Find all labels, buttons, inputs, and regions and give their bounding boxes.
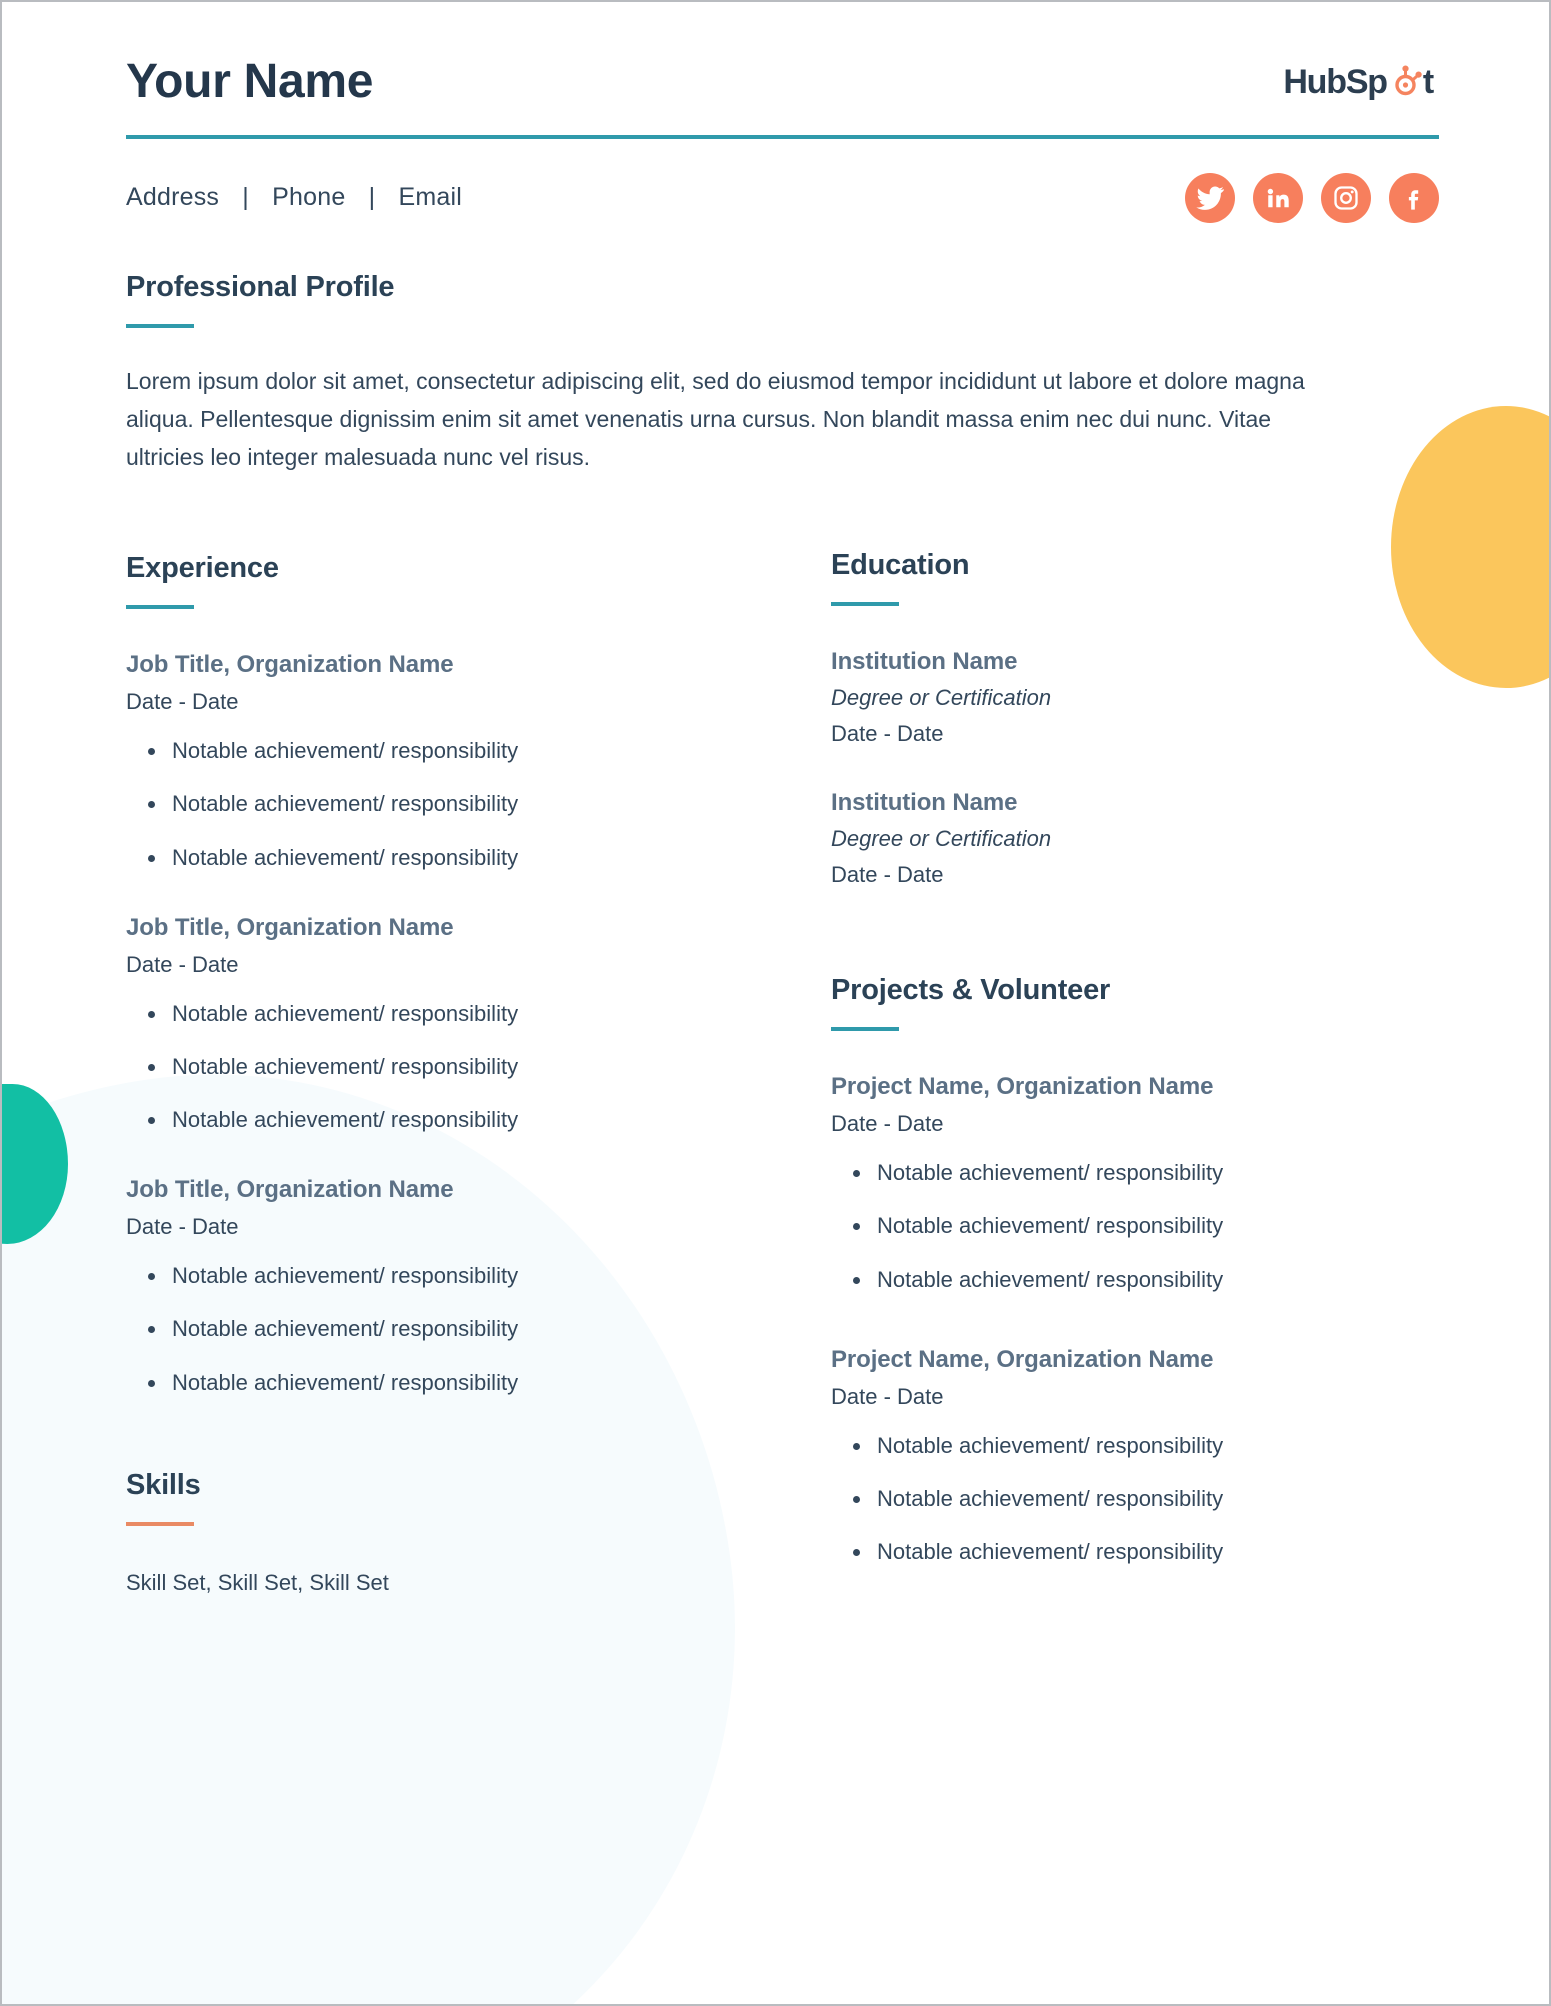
hubspot-wordmark-right: t bbox=[1422, 63, 1434, 102]
education-entry-institution: Institution Name bbox=[831, 648, 1018, 676]
experience-accent-rule bbox=[126, 605, 194, 610]
skills-accent-rule bbox=[126, 1521, 194, 1526]
list-item: Notable achievement/ responsibility bbox=[148, 1000, 786, 1028]
education-heading: Education bbox=[831, 549, 970, 582]
education-accent-rule bbox=[831, 602, 899, 607]
projects-volunteer-accent-rule bbox=[831, 1027, 899, 1032]
address-label: Address bbox=[126, 183, 220, 212]
resume-page: Your Name HubSp t Address | Phone | Emai… bbox=[0, 0, 1551, 2006]
resume-content: Your Name HubSp t Address | Phone | Emai… bbox=[2, 2, 1549, 1596]
experience-entry-title: Job Title, Organization Name bbox=[126, 1176, 454, 1204]
header: Your Name HubSp t bbox=[126, 55, 1439, 109]
list-item: Notable achievement/ responsibility bbox=[148, 737, 786, 765]
experience-entry-bullets: Notable achievement/ responsibility Nota… bbox=[126, 1000, 786, 1134]
projects-volunteer-heading: Projects & Volunteer bbox=[831, 974, 1111, 1007]
list-item: Notable achievement/ responsibility bbox=[148, 1262, 786, 1290]
instagram-icon[interactable] bbox=[1321, 172, 1371, 223]
education-section: Education Institution Name Degree or Cer… bbox=[831, 549, 1391, 888]
twitter-icon[interactable] bbox=[1185, 172, 1235, 223]
skills-list: Skill Set, Skill Set, Skill Set bbox=[126, 1569, 389, 1595]
social-links bbox=[1185, 172, 1439, 223]
education-entry: Institution Name Degree or Certification… bbox=[831, 648, 1391, 747]
education-entry: Institution Name Degree or Certification… bbox=[831, 789, 1391, 888]
list-item: Notable achievement/ responsibility bbox=[853, 1266, 1391, 1294]
list-item: Notable achievement/ responsibility bbox=[853, 1432, 1391, 1460]
experience-entry-bullets: Notable achievement/ responsibility Nota… bbox=[126, 737, 786, 871]
project-entry: Project Name, Organization Name Date - D… bbox=[831, 1073, 1391, 1293]
list-item: Notable achievement/ responsibility bbox=[853, 1212, 1391, 1240]
project-entry: Project Name, Organization Name Date - D… bbox=[831, 1346, 1391, 1566]
experience-entry: Job Title, Organization Name Date - Date… bbox=[126, 914, 786, 1134]
hubspot-sprocket-icon bbox=[1385, 60, 1425, 105]
hubspot-wordmark-left: HubSp bbox=[1283, 63, 1388, 102]
project-entry-title: Project Name, Organization Name bbox=[831, 1073, 1214, 1101]
experience-entry: Job Title, Organization Name Date - Date… bbox=[126, 651, 786, 871]
list-item: Notable achievement/ responsibility bbox=[853, 1485, 1391, 1513]
project-entry-bullets: Notable achievement/ responsibility Nota… bbox=[831, 1432, 1391, 1566]
professional-profile-accent-rule bbox=[126, 323, 194, 328]
contact-row: Address | Phone | Email bbox=[126, 172, 1439, 223]
education-entry-institution: Institution Name bbox=[831, 789, 1018, 817]
experience-entry-date: Date - Date bbox=[126, 1214, 239, 1240]
email-label: Email bbox=[398, 183, 462, 212]
list-item: Notable achievement/ responsibility bbox=[148, 1053, 786, 1081]
experience-entry-title: Job Title, Organization Name bbox=[126, 651, 454, 679]
list-item: Notable achievement/ responsibility bbox=[148, 1106, 786, 1134]
linkedin-icon[interactable] bbox=[1253, 172, 1303, 223]
header-divider bbox=[126, 134, 1439, 139]
project-entry-date: Date - Date bbox=[831, 1111, 944, 1137]
projects-volunteer-section: Projects & Volunteer Project Name, Organ… bbox=[831, 974, 1391, 1566]
education-entry-date: Date - Date bbox=[831, 721, 944, 747]
project-entry-title: Project Name, Organization Name bbox=[831, 1345, 1214, 1373]
experience-entry: Job Title, Organization Name Date - Date… bbox=[126, 1176, 786, 1396]
phone-label: Phone bbox=[272, 183, 346, 212]
experience-section: Experience Job Title, Organization Name … bbox=[126, 552, 786, 1396]
contact-separator-2: | bbox=[368, 183, 376, 212]
contact-line: Address | Phone | Email bbox=[126, 183, 462, 212]
professional-profile-heading: Professional Profile bbox=[126, 270, 395, 303]
professional-profile-section: Professional Profile Lorem ipsum dolor s… bbox=[126, 271, 1439, 477]
list-item: Notable achievement/ responsibility bbox=[148, 844, 786, 872]
list-item: Notable achievement/ responsibility bbox=[148, 1369, 786, 1397]
experience-entry-bullets: Notable achievement/ responsibility Nota… bbox=[126, 1262, 786, 1396]
page-title: Your Name bbox=[126, 55, 374, 108]
education-entry-date: Date - Date bbox=[831, 862, 944, 888]
facebook-icon[interactable] bbox=[1389, 172, 1439, 223]
experience-entry-title: Job Title, Organization Name bbox=[126, 913, 454, 941]
project-entry-bullets: Notable achievement/ responsibility Nota… bbox=[831, 1159, 1391, 1293]
list-item: Notable achievement/ responsibility bbox=[853, 1538, 1391, 1566]
right-column: Education Institution Name Degree or Cer… bbox=[831, 549, 1391, 1595]
hubspot-logo: HubSp t bbox=[1283, 60, 1434, 105]
skills-section: Skills Skill Set, Skill Set, Skill Set bbox=[126, 1469, 786, 1596]
contact-separator-1: | bbox=[242, 183, 249, 212]
list-item: Notable achievement/ responsibility bbox=[148, 1315, 786, 1343]
experience-entry-date: Date - Date bbox=[126, 689, 239, 715]
list-item: Notable achievement/ responsibility bbox=[148, 790, 786, 818]
skills-heading: Skills bbox=[126, 1468, 201, 1501]
experience-entry-date: Date - Date bbox=[126, 951, 239, 977]
experience-heading: Experience bbox=[126, 552, 279, 585]
list-item: Notable achievement/ responsibility bbox=[853, 1159, 1391, 1187]
professional-profile-body: Lorem ipsum dolor sit amet, consectetur … bbox=[126, 367, 1305, 471]
education-entry-degree: Degree or Certification bbox=[831, 826, 1052, 852]
body-columns: Experience Job Title, Organization Name … bbox=[126, 549, 1439, 1595]
left-column: Experience Job Title, Organization Name … bbox=[126, 552, 786, 1595]
project-entry-date: Date - Date bbox=[831, 1383, 944, 1409]
education-entry-degree: Degree or Certification bbox=[831, 685, 1052, 711]
